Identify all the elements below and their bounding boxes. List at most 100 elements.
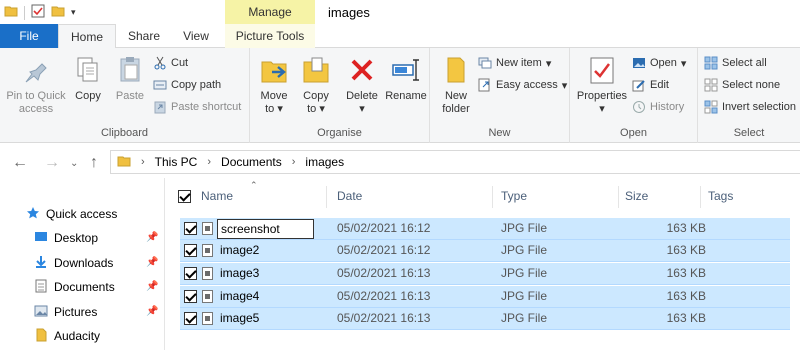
pin-label-line1: Pin to Quick — [6, 90, 66, 102]
table-row[interactable]: image3 05/02/2021 16:13 JPG File 163 KB — [180, 263, 790, 285]
rename-label: Rename — [385, 90, 427, 102]
paste-button[interactable]: Paste — [112, 54, 148, 103]
clipboard-group: Pin to Quick access Copy Paste Cut Copy … — [0, 48, 250, 143]
pin-icon[interactable]: 📌 — [146, 306, 158, 317]
breadcrumb-separator-icon[interactable]: › — [292, 156, 296, 168]
nav-item-desktop[interactable]: Desktop — [34, 228, 98, 248]
ribbon-tabs: File Home Share View Picture Tools — [0, 24, 800, 49]
nav-item-audacity[interactable]: Audacity — [34, 326, 100, 346]
column-header-tags[interactable]: Tags — [708, 184, 733, 208]
copy-to-label-line1: Copy — [303, 90, 329, 102]
column-divider[interactable] — [326, 186, 327, 208]
select-all-button[interactable]: Select all — [704, 54, 767, 72]
copy-path-button[interactable]: Copy path — [153, 76, 221, 94]
properties-button[interactable]: Properties ▾ — [574, 54, 630, 116]
column-header-name[interactable]: Name — [201, 184, 233, 208]
new-item-button[interactable]: New item ▾ — [478, 54, 551, 72]
breadcrumb-separator-icon[interactable]: › — [141, 156, 145, 168]
row-checkbox[interactable] — [184, 222, 197, 235]
tab-file[interactable]: File — [0, 24, 58, 48]
row-size: 163 KB — [666, 221, 706, 235]
column-divider[interactable] — [700, 186, 701, 208]
invert-selection-label: Invert selection — [722, 101, 796, 113]
paste-shortcut-button[interactable]: Paste shortcut — [153, 98, 241, 116]
tab-share[interactable]: Share — [120, 24, 168, 48]
select-none-button[interactable]: Select none — [704, 76, 780, 94]
table-row[interactable]: screenshot 05/02/2021 16:12 JPG File 163… — [180, 218, 790, 240]
invert-selection-button[interactable]: Invert selection — [704, 98, 796, 116]
organise-group: Move to ▾ Copy to ▾ Delete ▾ Rename Orga… — [250, 48, 430, 143]
properties-quick-icon[interactable] — [31, 4, 45, 21]
address-bar[interactable]: › This PC › Documents › images — [110, 150, 800, 174]
back-arrow-icon[interactable]: ← — [12, 154, 28, 172]
row-name: image3 — [220, 266, 260, 280]
pin-to-quick-access-button[interactable]: Pin to Quick access — [4, 54, 68, 116]
rename-button[interactable]: Rename — [384, 54, 428, 103]
folder-icon — [4, 4, 18, 21]
new-folder-quick-icon[interactable] — [51, 4, 65, 21]
edit-button[interactable]: Edit — [632, 76, 669, 94]
table-row[interactable]: image4 05/02/2021 16:13 JPG File 163 KB — [180, 286, 790, 308]
column-divider[interactable] — [492, 186, 493, 208]
move-to-button[interactable]: Move to ▾ — [254, 54, 294, 116]
nav-item-downloads[interactable]: Downloads — [34, 253, 113, 273]
nav-label-documents: Documents — [54, 280, 115, 294]
row-date: 05/02/2021 16:13 — [337, 266, 431, 280]
manage-context-tab[interactable]: Manage — [225, 0, 315, 24]
recent-locations-chevron-icon[interactable]: ⌄ — [70, 158, 78, 169]
cut-button[interactable]: Cut — [153, 54, 188, 72]
row-size: 163 KB — [666, 243, 706, 257]
tab-home[interactable]: Home — [58, 24, 116, 49]
tab-view[interactable]: View — [172, 24, 220, 48]
organise-group-label: Organise — [317, 127, 362, 139]
pin-icon[interactable]: 📌 — [146, 281, 158, 292]
open-dropdown-icon: ▾ — [680, 57, 687, 70]
breadcrumb-images[interactable]: images — [305, 155, 344, 169]
row-checkbox[interactable] — [184, 244, 197, 257]
breadcrumb-documents[interactable]: Documents — [221, 155, 282, 169]
jpg-file-icon — [202, 290, 213, 303]
paste-shortcut-label: Paste shortcut — [171, 101, 242, 113]
new-folder-label-line2: folder — [442, 103, 470, 115]
new-item-label: New item — [496, 57, 542, 69]
nav-item-quick-access[interactable]: Quick access — [26, 204, 117, 224]
tab-picture-tools[interactable]: Picture Tools — [225, 24, 315, 48]
customize-toolbar-icon[interactable]: ▾ — [71, 7, 76, 18]
pin-icon[interactable]: 📌 — [146, 257, 158, 268]
select-none-icon — [704, 78, 718, 92]
row-checkbox[interactable] — [184, 267, 197, 280]
copy-button[interactable]: Copy — [70, 54, 106, 103]
copy-to-button[interactable]: Copy to ▾ — [296, 54, 336, 116]
up-arrow-icon[interactable]: ↑ — [90, 154, 98, 172]
column-header-size[interactable]: Size — [625, 184, 648, 208]
new-folder-button[interactable]: New folder — [436, 54, 476, 116]
column-divider[interactable] — [618, 186, 619, 208]
breadcrumb-separator-icon[interactable]: › — [207, 156, 211, 168]
row-checkbox[interactable] — [184, 312, 197, 325]
column-header-date[interactable]: Date — [337, 184, 362, 208]
delete-button[interactable]: Delete ▾ — [342, 54, 382, 116]
pin-label-line2: access — [18, 103, 54, 115]
breadcrumb-this-pc[interactable]: This PC — [155, 155, 198, 169]
properties-dropdown-icon[interactable]: ▾ — [574, 103, 630, 116]
table-row[interactable]: image5 05/02/2021 16:13 JPG File 163 KB — [180, 308, 790, 330]
copy-to-icon — [300, 54, 332, 86]
properties-icon — [586, 54, 618, 86]
history-label: History — [650, 101, 685, 113]
pin-icon[interactable]: 📌 — [146, 232, 158, 243]
nav-item-pictures[interactable]: Pictures — [34, 302, 97, 322]
delete-dropdown-icon[interactable]: ▾ — [342, 103, 382, 116]
select-all-checkbox[interactable] — [178, 190, 191, 203]
row-checkbox[interactable] — [184, 290, 197, 303]
column-header-type[interactable]: Type — [501, 184, 527, 208]
open-group-label: Open — [620, 127, 647, 139]
open-button[interactable]: Open ▾ — [632, 54, 686, 72]
paste-icon — [114, 54, 146, 86]
nav-item-documents[interactable]: Documents — [34, 277, 115, 297]
table-row[interactable]: image2 05/02/2021 16:12 JPG File 163 KB — [180, 240, 790, 262]
forward-arrow-icon[interactable]: → — [44, 154, 60, 172]
history-button[interactable]: History — [632, 98, 684, 116]
easy-access-button[interactable]: Easy access ▾ — [478, 76, 567, 94]
rename-input[interactable]: screenshot — [217, 219, 314, 239]
select-group: Select all Select none Invert selection … — [698, 48, 800, 143]
